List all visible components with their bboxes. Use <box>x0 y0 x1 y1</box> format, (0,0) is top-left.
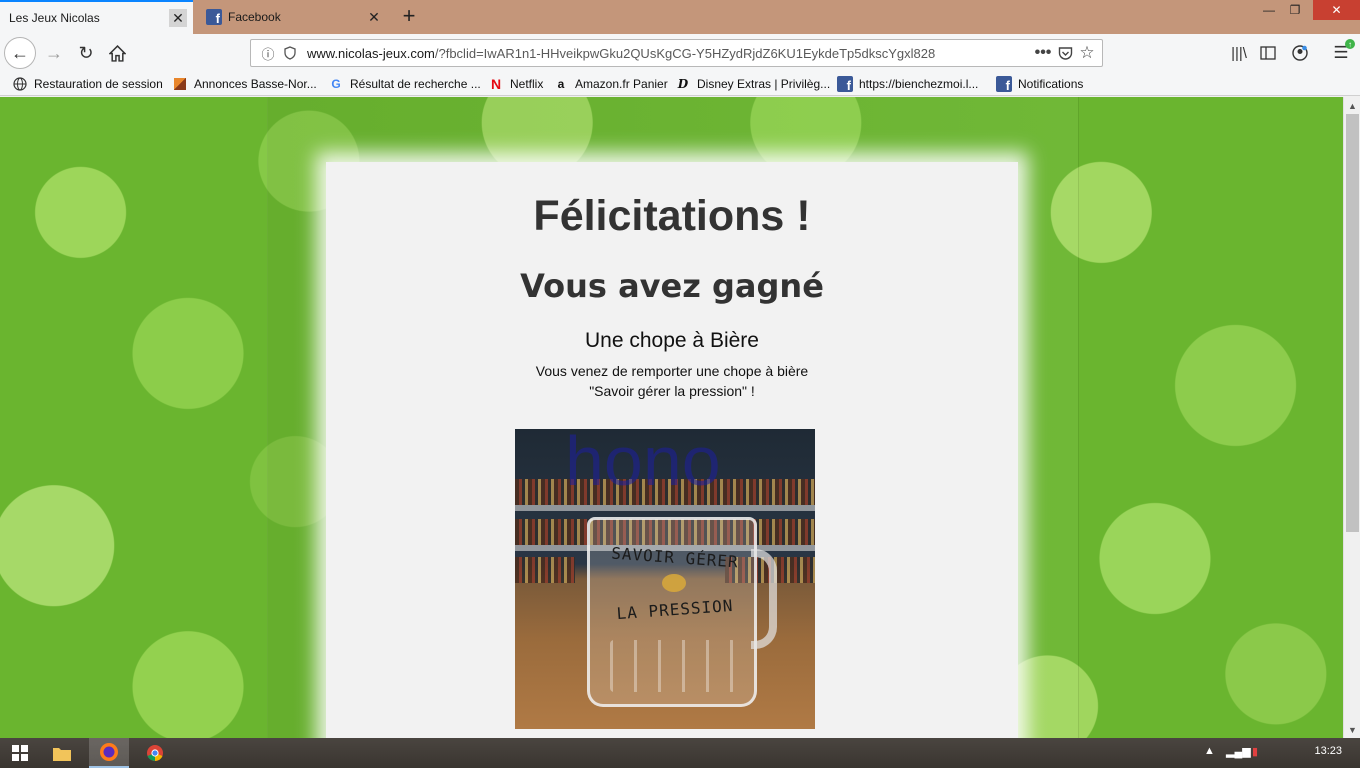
prize-description: Vous venez de remporter une chope à bièr… <box>326 361 1018 401</box>
battery-icon[interactable]: ▮ <box>1252 745 1258 758</box>
mug-handle <box>751 549 777 649</box>
bookmark-item[interactable]: f https://bienchezmoi.l... <box>837 75 978 93</box>
url-text: www.nicolas-jeux.com/?fbclid=IwAR1n1-HHv… <box>307 46 1032 61</box>
file-explorer-button[interactable] <box>42 738 82 768</box>
subtitle: Vous avez gagné <box>520 267 824 305</box>
tab-facebook[interactable]: f Facebook ✕ <box>197 0 393 34</box>
bookmark-label: https://bienchezmoi.l... <box>859 77 979 91</box>
description-line-1: Vous venez de remporter une chope à bièr… <box>535 363 809 379</box>
account-button[interactable] <box>1284 37 1316 69</box>
tab-les-jeux-nicolas[interactable]: Les Jeux Nicolas ✕ <box>0 0 193 34</box>
start-button[interactable] <box>0 738 40 768</box>
account-icon <box>1292 45 1308 61</box>
forward-button[interactable]: → <box>38 37 70 69</box>
close-icon[interactable]: ✕ <box>365 8 383 26</box>
url-domain: www.nicolas-jeux.com <box>307 45 435 61</box>
tab-title: Facebook <box>228 10 281 24</box>
bookmark-item[interactable]: Restauration de session <box>12 75 163 93</box>
page-actions-icon[interactable]: ••• <box>1032 44 1054 62</box>
sidebar-icon <box>1260 46 1276 60</box>
bookmark-item[interactable]: Annonces Basse-Nor... <box>172 75 317 93</box>
facebook-icon: f <box>206 9 222 25</box>
bookmark-label: Restauration de session <box>34 77 163 91</box>
scroll-up-arrow-icon[interactable]: ▲ <box>1344 97 1360 114</box>
bookmark-item[interactable]: D Disney Extras | Privilèg... <box>675 75 830 93</box>
google-icon: G <box>331 77 341 91</box>
back-button[interactable]: ← <box>4 37 36 69</box>
chrome-icon <box>147 745 163 762</box>
beer-mug: SAVOIR GÉRER LA PRESSION <box>587 517 757 707</box>
mug-text: SAVOIR GÉRER <box>610 543 740 572</box>
bookmark-label: Notifications <box>1018 77 1084 91</box>
page-viewport: Félicitations ! Vous avez gagné Une chop… <box>0 97 1343 738</box>
sidebar-button[interactable] <box>1252 37 1284 69</box>
globe-icon <box>12 76 28 92</box>
page-title: Félicitations ! <box>533 192 811 240</box>
scroll-thumb[interactable] <box>1346 114 1359 532</box>
address-bar[interactable]: ⓘ www.nicolas-jeux.com/?fbclid=IwAR1n1-H… <box>250 39 1103 67</box>
shelf-bottles <box>515 557 575 583</box>
bookmark-star-icon[interactable]: ☆ <box>1076 43 1098 63</box>
bookmark-item[interactable]: G Résultat de recherche ... <box>328 75 481 93</box>
scroll-down-arrow-icon[interactable]: ▼ <box>1344 721 1360 738</box>
taskbar-clock[interactable]: 13:23 <box>1314 745 1342 757</box>
amazon-icon: a <box>557 77 565 91</box>
tab-title: Les Jeux Nicolas <box>9 11 100 25</box>
folder-icon <box>53 747 71 761</box>
congratulations-card: Félicitations ! Vous avez gagné Une chop… <box>326 162 1018 738</box>
prize-image: SAVOIR GÉRER LA PRESSION hono <box>515 429 815 729</box>
image-overlay-text: hono <box>565 429 721 500</box>
info-icon[interactable]: ⓘ <box>257 44 279 63</box>
windows-taskbar: ▲ ▂▄▆ ▮ 13:23 <box>0 738 1360 768</box>
update-badge-icon: ↑ <box>1345 39 1355 49</box>
network-signal-icon[interactable]: ▂▄▆ <box>1226 745 1251 758</box>
bookmark-label: Netflix <box>510 77 544 91</box>
windows-logo-icon <box>12 745 28 761</box>
netflix-icon: N <box>490 76 502 92</box>
pocket-icon[interactable] <box>1054 46 1076 60</box>
bookmarks-toolbar: Restauration de session Annonces Basse-N… <box>0 72 1360 96</box>
shelf <box>515 505 815 511</box>
facebook-icon: f <box>996 76 1012 92</box>
mug-facets <box>610 640 736 692</box>
home-button[interactable] <box>101 37 133 69</box>
chrome-taskbar-button[interactable] <box>135 738 175 768</box>
disney-icon: D <box>677 77 689 91</box>
bookmark-label: Résultat de recherche ... <box>350 77 481 91</box>
restore-button[interactable]: ❐ <box>1284 0 1306 20</box>
arrow-left-icon: ← <box>11 42 29 63</box>
shield-icon[interactable] <box>279 46 301 60</box>
bookmark-label: Annonces Basse-Nor... <box>194 77 317 91</box>
tab-strip: Les Jeux Nicolas ✕ f Facebook ✕ + — ❐ ✕ <box>0 0 1360 34</box>
facebook-icon: f <box>837 76 853 92</box>
url-path: /?fbclid=IwAR1n1-HHveikpwGku2QUsKgCG-Y5H… <box>434 45 936 61</box>
arrow-right-icon: → <box>45 42 63 63</box>
menu-button[interactable]: ☰ ↑ <box>1325 37 1357 69</box>
bookmark-item[interactable]: a Amazon.fr Panier <box>553 75 668 93</box>
show-hidden-icons-icon[interactable]: ▲ <box>1204 745 1215 757</box>
mug-logo-icon <box>662 574 686 592</box>
reload-icon: ↻ <box>78 42 94 63</box>
bookmark-label: Disney Extras | Privilèg... <box>697 77 831 91</box>
prize-name: Une chope à Bière <box>585 329 759 352</box>
annonces-icon <box>172 76 188 92</box>
reload-button[interactable]: ↻ <box>70 37 102 69</box>
window-close-button[interactable]: ✕ <box>1313 0 1360 20</box>
mug-text: LA PRESSION <box>615 595 735 624</box>
description-line-2: "Savoir gérer la pression" ! <box>589 383 755 399</box>
home-icon <box>108 44 126 62</box>
close-icon[interactable]: ✕ <box>169 9 187 27</box>
minimize-button[interactable]: — <box>1258 0 1280 20</box>
bookmark-item[interactable]: N Netflix <box>488 75 543 93</box>
firefox-taskbar-button[interactable] <box>89 738 129 768</box>
bookmark-item[interactable]: f Notifications <box>996 75 1083 93</box>
navigation-toolbar: ← → ↻ ⓘ www.nicolas-jeux.com/?fbclid=IwA… <box>0 34 1360 72</box>
bookmark-label: Amazon.fr Panier <box>575 77 668 91</box>
library-icon: |||\ <box>1231 44 1247 62</box>
vertical-scrollbar[interactable]: ▲ ▼ <box>1343 97 1360 738</box>
library-button[interactable]: |||\ <box>1223 37 1255 69</box>
firefox-icon <box>100 743 118 761</box>
new-tab-button[interactable]: + <box>398 3 420 28</box>
